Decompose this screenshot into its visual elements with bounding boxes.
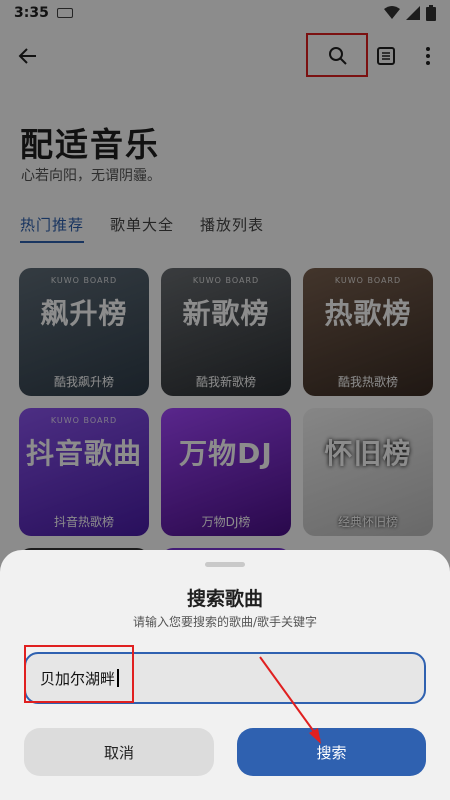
dialog-hint: 请输入您要搜索的歌曲/歌手关键字 xyxy=(132,615,318,629)
cancel-button[interactable]: 取消 xyxy=(24,728,214,776)
search-submit-button[interactable]: 搜索 xyxy=(237,728,426,776)
dialog-title: 搜索歌曲 xyxy=(186,588,263,610)
drag-handle[interactable] xyxy=(205,562,245,567)
input-highlight-box xyxy=(24,645,134,703)
